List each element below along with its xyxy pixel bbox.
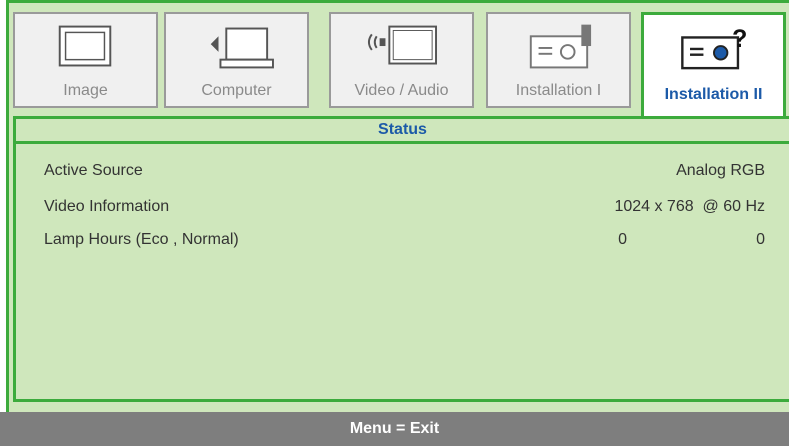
projector-question-icon: ? — [681, 25, 747, 70]
row-label: Video Information — [44, 198, 170, 215]
projector-icon — [529, 24, 592, 69]
tab-installation-2[interactable]: ? Installation II — [641, 12, 786, 116]
footer-hint: Menu = Exit — [0, 412, 789, 446]
tab-label: Video / Audio — [354, 82, 449, 99]
svg-text:?: ? — [732, 25, 747, 53]
lamp-hours-eco-value: 0 — [618, 231, 627, 248]
status-panel: Active Source Analog RGB Video Informati… — [13, 144, 789, 402]
row-active-source: Active Source Analog RGB — [44, 162, 765, 186]
row-label: Lamp Hours (Eco , Normal) — [44, 231, 239, 248]
video-audio-icon — [367, 25, 437, 65]
row-lamp-hours: Lamp Hours (Eco , Normal) 0 0 — [44, 231, 765, 255]
lamp-hours-normal-value: 0 — [756, 231, 765, 248]
row-video-information: Video Information 1024 x 768 @ 60 Hz — [44, 198, 765, 222]
tab-label: Computer — [201, 82, 272, 99]
tab-label: Image — [63, 82, 108, 99]
tab-computer[interactable]: Computer — [164, 12, 309, 108]
tab-video-audio[interactable]: Video / Audio — [329, 12, 474, 108]
monitor-icon — [58, 25, 112, 67]
row-value: Analog RGB — [676, 162, 765, 179]
section-title: Status — [13, 116, 789, 144]
tab-label: Installation II — [664, 86, 763, 103]
row-label: Active Source — [44, 162, 143, 179]
row-value: 1024 x 768 @ 60 Hz — [614, 198, 765, 215]
computer-icon — [210, 27, 274, 69]
tab-label: Installation I — [515, 82, 602, 99]
tab-installation-1[interactable]: Installation I — [486, 12, 631, 108]
tab-image[interactable]: Image — [13, 12, 158, 108]
